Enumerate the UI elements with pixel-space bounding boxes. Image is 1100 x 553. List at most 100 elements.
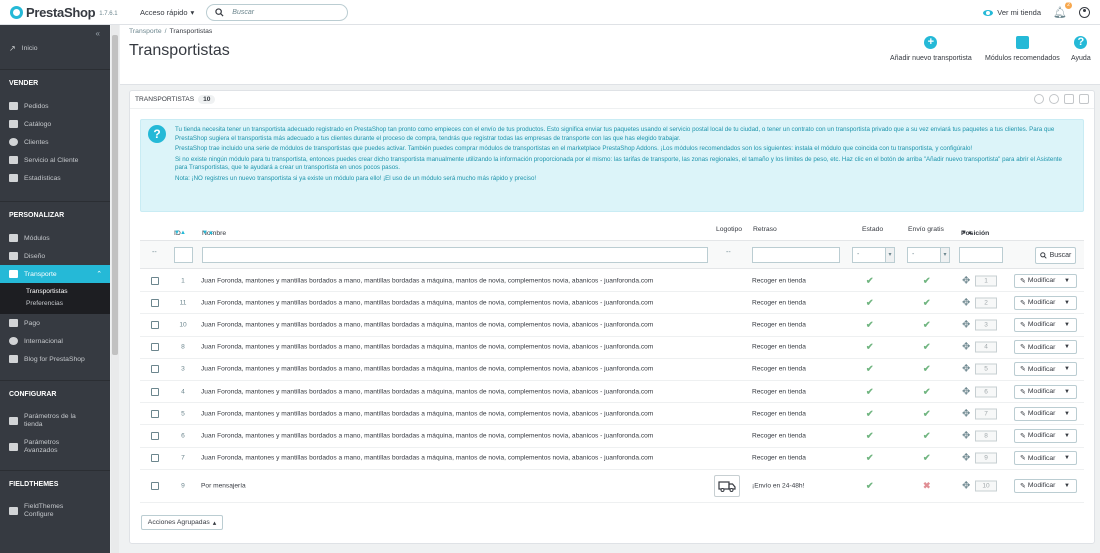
row-checkbox[interactable] [151, 454, 159, 463]
row-free-shipping-toggle[interactable]: ✔ [923, 319, 931, 330]
filter-position-input[interactable] [959, 247, 1003, 263]
caret-down-icon[interactable]: ▼ [1064, 322, 1070, 328]
sidebar-item-catalogo[interactable]: Catálogo [0, 115, 110, 133]
recommended-modules-button[interactable]: Módulos recomendados [985, 36, 1060, 62]
add-new-icon[interactable] [1034, 94, 1044, 104]
row-free-shipping-toggle[interactable]: ✔ [923, 453, 931, 464]
row-state-toggle[interactable]: ✔ [866, 480, 874, 491]
table-row[interactable]: 7 Juan Foronda, mantones y mantillas bor… [140, 448, 1084, 470]
caret-down-icon[interactable]: ▼ [1064, 300, 1070, 306]
table-row[interactable]: 4 Juan Foronda, mantones y mantillas bor… [140, 381, 1084, 404]
filter-name-input[interactable] [202, 247, 708, 263]
breadcrumb-parent[interactable]: Transporte [129, 28, 162, 35]
row-free-shipping-toggle[interactable]: ✔ [923, 297, 931, 308]
filter-delay-input[interactable] [752, 247, 840, 263]
row-checkbox[interactable] [151, 365, 159, 374]
scrollbar[interactable] [111, 25, 119, 553]
row-state-toggle[interactable]: ✔ [866, 408, 874, 419]
notifications-button[interactable]: 🔔︎ 2 [1053, 2, 1072, 19]
drag-handle-icon[interactable]: ✥ [962, 319, 970, 330]
row-free-shipping-toggle[interactable]: ✔ [923, 386, 931, 397]
sidebar-subitem-preferencias[interactable]: Preferencias [26, 298, 110, 310]
caret-down-icon[interactable]: ▼ [1064, 433, 1070, 439]
caret-down-icon[interactable]: ▼ [1064, 455, 1070, 461]
row-state-toggle[interactable]: ✔ [866, 430, 874, 441]
row-modify-button[interactable]: ✎ Modificar ▼ [1014, 295, 1077, 310]
row-checkbox[interactable] [151, 387, 159, 396]
row-checkbox[interactable] [151, 409, 159, 418]
filter-id-input[interactable] [174, 247, 193, 263]
prestashop-logo[interactable]: PrestaShop 1.7.6.1 [10, 5, 130, 20]
row-checkbox[interactable] [151, 343, 159, 352]
sidebar-item-parametros-tienda[interactable]: Parámetros de la tienda [0, 408, 110, 434]
drag-handle-icon[interactable]: ✥ [962, 275, 970, 286]
caret-down-icon[interactable]: ▼ [1064, 366, 1070, 372]
row-modify-button[interactable]: ✎ Modificar ▼ [1014, 451, 1077, 466]
drag-handle-icon[interactable]: ✥ [962, 342, 970, 353]
table-row[interactable]: 1 Juan Foronda, mantones y mantillas bor… [140, 270, 1084, 293]
row-free-shipping-toggle[interactable]: ✔ [923, 364, 931, 375]
drag-handle-icon[interactable]: ✥ [962, 364, 970, 375]
scrollbar-thumb[interactable] [112, 35, 118, 355]
drag-handle-icon[interactable]: ✥ [962, 386, 970, 397]
sort-icon[interactable]: ▼▲ [174, 230, 186, 236]
row-checkbox[interactable] [151, 298, 159, 307]
sidebar-item-blog[interactable]: Blog for PrestaShop [0, 350, 110, 368]
drag-handle-icon[interactable]: ✥ [962, 297, 970, 308]
quick-access-dropdown[interactable]: Acceso rápido ▾ [140, 8, 194, 17]
table-row[interactable]: 8 Juan Foronda, mantones y mantillas bor… [140, 337, 1084, 359]
drag-handle-icon[interactable]: ✥ [962, 430, 970, 441]
help-button[interactable]: ? Ayuda [1071, 36, 1091, 62]
bulk-actions-button[interactable]: Acciones Agrupadas ▴ [141, 515, 223, 530]
row-checkbox[interactable] [151, 276, 159, 285]
row-free-shipping-toggle[interactable]: ✔ [923, 430, 931, 441]
row-modify-button[interactable]: ✎ Modificar ▼ [1014, 340, 1077, 355]
row-state-toggle[interactable]: ✔ [866, 297, 874, 308]
filter-search-button[interactable]: Buscar [1035, 247, 1076, 264]
view-store-link[interactable]: Ver mi tienda [983, 8, 1041, 17]
row-state-toggle[interactable]: ✔ [866, 319, 874, 330]
row-modify-button[interactable]: ✎ Modificar ▼ [1014, 478, 1077, 493]
drag-handle-icon[interactable]: ✥ [962, 480, 970, 491]
row-free-shipping-toggle[interactable]: ✔ [923, 408, 931, 419]
row-free-shipping-toggle[interactable]: ✖ [923, 480, 931, 491]
search-input[interactable]: Buscar [206, 3, 349, 21]
row-modify-button[interactable]: ✎ Modificar ▼ [1014, 273, 1077, 288]
row-checkbox[interactable] [151, 481, 159, 490]
caret-down-icon[interactable]: ▼ [1064, 411, 1070, 417]
table-row[interactable]: 9 Por mensajería ¡Envío en 24-48h! ✔ ✖ ✥… [140, 470, 1084, 503]
sidebar-item-modulos[interactable]: Módulos [0, 229, 110, 247]
sidebar-item-fieldthemes[interactable]: FieldThemes Configure [0, 498, 110, 524]
sort-icon[interactable]: ▼▲ [202, 230, 214, 236]
table-row[interactable]: 10 Juan Foronda, mantones y mantillas bo… [140, 314, 1084, 337]
sidebar-item-estadisticas[interactable]: Estadísticas [0, 169, 110, 187]
drag-handle-icon[interactable]: ✥ [962, 408, 970, 419]
sidebar-item-internacional[interactable]: Internacional [0, 332, 110, 350]
sort-icon[interactable]: ▼▲ [961, 230, 973, 236]
collapse-sidebar-icon[interactable]: « [96, 29, 100, 38]
filter-state-select[interactable]: - ▾ [852, 247, 895, 263]
filter-free-select[interactable]: - ▾ [907, 247, 950, 263]
sidebar-item-pedidos[interactable]: Pedidos [0, 97, 110, 115]
sidebar-item-clientes[interactable]: Clientes [0, 133, 110, 151]
refresh-icon[interactable] [1049, 94, 1059, 104]
caret-down-icon[interactable]: ▼ [1064, 483, 1070, 489]
sql-query-icon[interactable] [1064, 94, 1074, 104]
user-account-icon[interactable] [1079, 7, 1090, 18]
row-state-toggle[interactable]: ✔ [866, 386, 874, 397]
row-state-toggle[interactable]: ✔ [866, 342, 874, 353]
row-modify-button[interactable]: ✎ Modificar ▼ [1014, 406, 1077, 421]
sidebar-item-transporte[interactable]: Transporte ⌃ [0, 265, 110, 283]
drag-handle-icon[interactable]: ✥ [962, 453, 970, 464]
table-row[interactable]: 6 Juan Foronda, mantones y mantillas bor… [140, 425, 1084, 448]
row-state-toggle[interactable]: ✔ [866, 275, 874, 286]
row-modify-button[interactable]: ✎ Modificar ▼ [1014, 362, 1077, 377]
add-carrier-button[interactable]: + Añadir nuevo transportista [890, 36, 972, 62]
caret-down-icon[interactable]: ▼ [1064, 389, 1070, 395]
row-free-shipping-toggle[interactable]: ✔ [923, 342, 931, 353]
table-row[interactable]: 11 Juan Foronda, mantones y mantillas bo… [140, 292, 1084, 315]
row-modify-button[interactable]: ✎ Modificar ▼ [1014, 317, 1077, 332]
sidebar-item-parametros-avanzados[interactable]: Parámetros Avanzados [0, 434, 110, 460]
table-row[interactable]: 5 Juan Foronda, mantones y mantillas bor… [140, 403, 1084, 426]
sidebar-item-inicio[interactable]: ↗ Inicio [0, 39, 110, 57]
